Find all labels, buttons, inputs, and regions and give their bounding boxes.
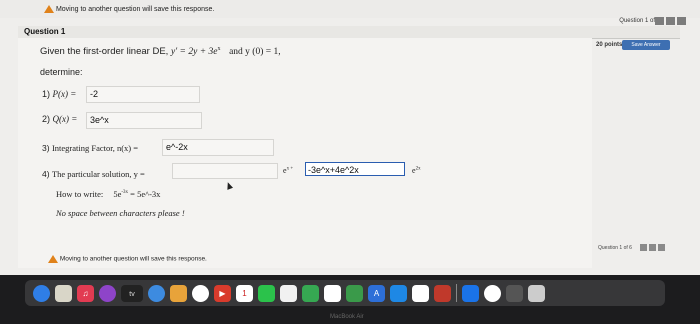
points-label: 20 points bbox=[596, 42, 623, 48]
launchpad-icon[interactable] bbox=[55, 284, 72, 302]
no-space-note: No space between characters please ! bbox=[56, 208, 185, 218]
part2-label: 2) Q(x) = bbox=[42, 114, 78, 124]
finder-window-icon[interactable] bbox=[506, 284, 523, 302]
browser-screen: Moving to another question will save thi… bbox=[0, 0, 700, 275]
app-store-icon[interactable]: A bbox=[368, 284, 385, 302]
next-question-button-bottom[interactable] bbox=[649, 244, 656, 251]
next-question-button[interactable] bbox=[666, 17, 675, 25]
numbers-icon[interactable] bbox=[346, 284, 363, 302]
downloads-icon[interactable] bbox=[462, 284, 479, 302]
photos-icon[interactable] bbox=[324, 284, 341, 302]
question-nav-bottom bbox=[640, 244, 665, 251]
save-warning-top: Moving to another question will save thi… bbox=[44, 5, 214, 13]
question-counter-top: Question 1 of 6 bbox=[619, 18, 660, 24]
solution-term-after: e2x bbox=[412, 166, 421, 175]
particular-solution-input[interactable] bbox=[172, 163, 278, 179]
solution-coefficient-input[interactable]: -3e^x+4e^2x bbox=[305, 162, 405, 176]
warning-icon bbox=[48, 255, 58, 263]
podcasts-icon[interactable] bbox=[99, 284, 116, 302]
zoom-icon[interactable] bbox=[390, 284, 407, 302]
books-icon[interactable] bbox=[170, 284, 187, 302]
settings-icon[interactable] bbox=[412, 284, 429, 302]
last-question-button-bottom[interactable] bbox=[658, 244, 665, 251]
how-to-write: How to write: 5e-3x = 5e^-3x bbox=[56, 189, 161, 199]
acrobat-icon[interactable] bbox=[434, 284, 451, 302]
q-of-x-input[interactable]: 3e^x bbox=[86, 112, 202, 129]
facetime-icon[interactable] bbox=[302, 284, 319, 302]
question-body bbox=[18, 38, 592, 268]
determine-label: determine: bbox=[40, 67, 83, 77]
part1-label: 1) P(x) = bbox=[42, 89, 77, 99]
integrating-factor-input[interactable]: e^-2x bbox=[162, 139, 274, 156]
prompt-line: Given the first-order linear DE, y' = 2y… bbox=[40, 46, 281, 58]
macbook-label: MacBook Air bbox=[330, 314, 364, 320]
notes-icon[interactable] bbox=[280, 284, 297, 302]
trash-icon[interactable] bbox=[528, 284, 545, 302]
finder-icon[interactable] bbox=[33, 284, 50, 302]
prev-question-button[interactable] bbox=[655, 17, 664, 25]
warning-icon bbox=[44, 5, 54, 13]
macos-dock: ♫ tv ▶ 1 A bbox=[25, 280, 665, 306]
p-of-x-input[interactable]: -2 bbox=[86, 86, 200, 103]
apple-tv-icon[interactable]: tv bbox=[121, 284, 143, 302]
save-warning-bottom: Moving to another question will save thi… bbox=[48, 255, 207, 263]
save-answer-button[interactable]: Save Answer bbox=[622, 40, 670, 50]
solution-term-before: ex + bbox=[283, 166, 294, 175]
system-icon[interactable] bbox=[148, 284, 165, 302]
messages-icon[interactable] bbox=[258, 284, 275, 302]
question-side-panel: 20 points Save Answer bbox=[594, 38, 680, 58]
prev-question-button-bottom[interactable] bbox=[640, 244, 647, 251]
opera-icon[interactable] bbox=[484, 284, 501, 302]
youtube-icon[interactable]: ▶ bbox=[214, 284, 231, 302]
chrome-icon[interactable] bbox=[192, 284, 209, 302]
calendar-icon[interactable]: 1 bbox=[236, 284, 253, 302]
question-counter-bottom: Question 1 of 6 bbox=[598, 245, 632, 251]
question-label: Question 1 bbox=[24, 27, 66, 36]
last-question-button[interactable] bbox=[677, 17, 686, 25]
question-nav-top bbox=[655, 17, 686, 25]
music-icon[interactable]: ♫ bbox=[77, 284, 94, 302]
dock-separator bbox=[456, 284, 457, 302]
part3-label: 3) Integrating Factor, n(x) = bbox=[42, 143, 139, 153]
part4-label: 4) The particular solution, y = bbox=[42, 169, 145, 179]
